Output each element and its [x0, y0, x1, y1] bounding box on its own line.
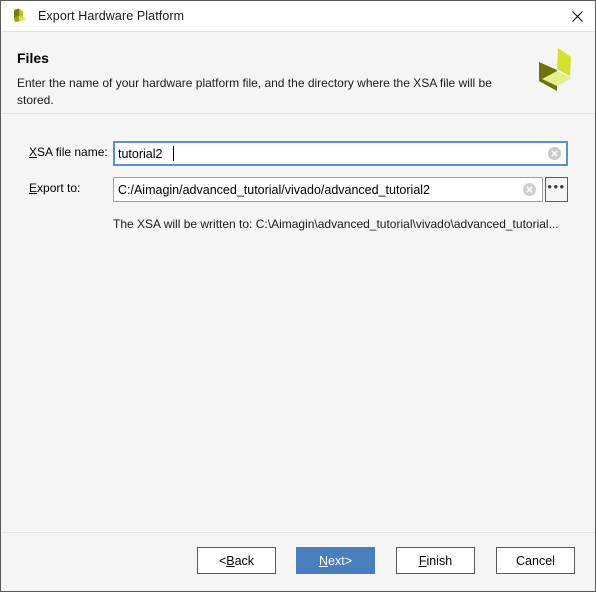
cancel-label: Cancel — [516, 553, 555, 568]
export-label-rest: xport to: — [37, 181, 81, 195]
header-panel: Files Enter the name of your hardware pl… — [2, 32, 595, 114]
xsa-file-name-row: XSA file name: — [2, 141, 595, 166]
clear-circle-icon[interactable] — [522, 182, 537, 197]
back-button[interactable]: < Back — [197, 547, 276, 574]
page-title: Files — [17, 50, 49, 66]
clear-circle-icon[interactable] — [547, 146, 562, 161]
export-hardware-platform-dialog: Export Hardware Platform Files Enter the… — [0, 0, 596, 592]
xilinx-logo-icon — [10, 6, 30, 26]
export-to-input[interactable] — [114, 180, 542, 199]
xsa-file-name-input[interactable] — [115, 144, 566, 163]
xsa-file-name-field-wrapper[interactable] — [113, 141, 568, 166]
finish-mnemonic: F — [418, 553, 427, 568]
xsa-label-rest: SA file name: — [37, 145, 108, 159]
next-mnemonic: N — [318, 553, 329, 568]
xsa-file-name-label: XSA file name: — [29, 145, 108, 159]
export-to-row: Export to: ••• — [2, 177, 595, 202]
next-rest: ext — [328, 553, 345, 568]
back-rest: ack — [234, 553, 255, 568]
titlebar: Export Hardware Platform — [1, 1, 595, 32]
next-suffix: > — [344, 553, 353, 568]
export-to-label: Export to: — [29, 181, 80, 195]
cancel-button[interactable]: Cancel — [496, 547, 575, 574]
back-mnemonic: B — [226, 553, 235, 568]
window-title: Export Hardware Platform — [38, 9, 185, 23]
next-button[interactable]: Next > — [296, 547, 375, 574]
close-icon[interactable] — [560, 1, 595, 31]
export-to-field-wrapper[interactable] — [113, 177, 543, 202]
export-label-mnemonic: E — [29, 181, 38, 195]
xsa-label-mnemonic: X — [29, 145, 38, 159]
finish-rest: inish — [426, 553, 453, 568]
dialog-button-bar: < Back Next > Finish Cancel — [2, 532, 595, 591]
xilinx-tri-blade-logo — [531, 45, 583, 97]
export-path-hint: The XSA will be written to: C:\Aimagin\a… — [113, 217, 559, 231]
finish-button[interactable]: Finish — [396, 547, 475, 574]
text-caret — [173, 146, 174, 161]
back-prefix: < — [218, 553, 227, 568]
content-area: XSA file name: Export to: — [2, 115, 595, 591]
page-description: Enter the name of your hardware platform… — [17, 76, 492, 107]
ellipsis-browse-icon[interactable]: ••• — [545, 177, 568, 202]
